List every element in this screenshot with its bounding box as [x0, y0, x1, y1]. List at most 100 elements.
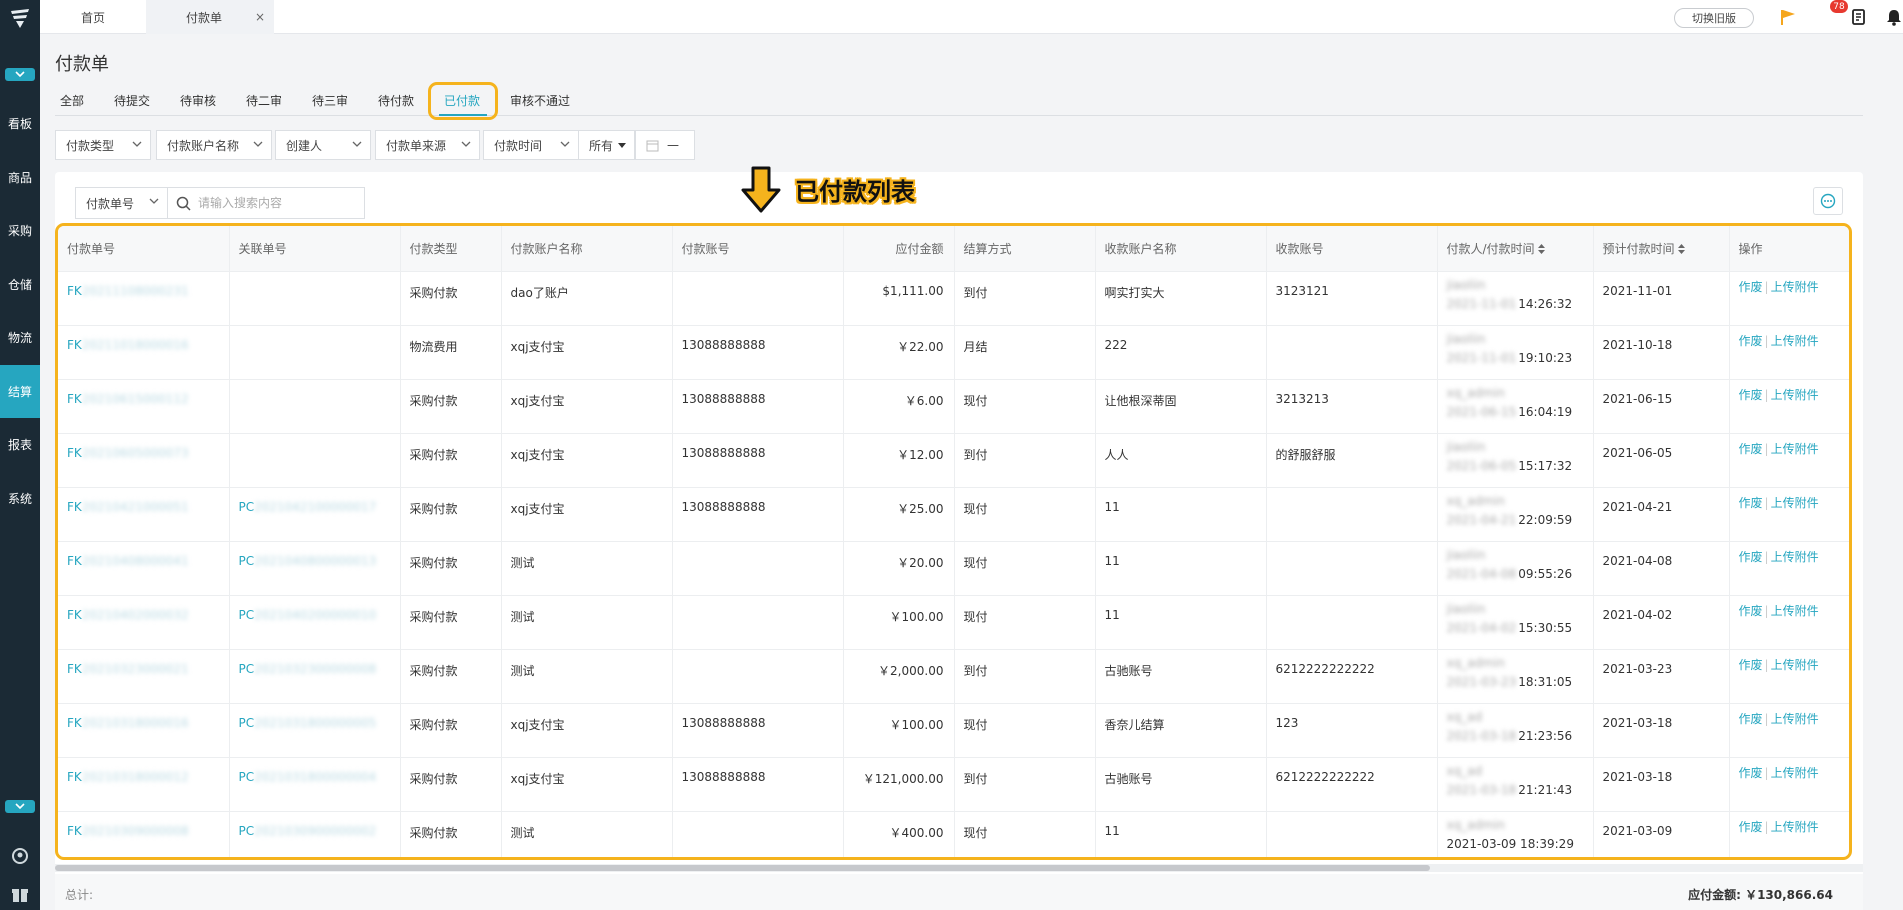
upload-attachment-link[interactable]: 上传附件	[1771, 604, 1819, 618]
filter-creator[interactable]: 创建人	[275, 130, 371, 160]
switch-old-version-button[interactable]: 切换旧版	[1674, 8, 1754, 28]
separator: |	[1764, 819, 1769, 834]
flag-icon[interactable]	[1777, 6, 1799, 28]
upload-attachment-link[interactable]: 上传附件	[1771, 658, 1819, 672]
related-number-link[interactable]: PC2021040200000010	[239, 608, 377, 622]
void-link[interactable]: 作废	[1739, 820, 1763, 834]
void-link[interactable]: 作废	[1739, 496, 1763, 510]
horizontal-scrollbar[interactable]	[55, 864, 1863, 872]
void-link[interactable]: 作废	[1739, 766, 1763, 780]
order-number-link[interactable]: FK20210318000012	[67, 770, 189, 784]
gift-icon[interactable]	[10, 884, 30, 904]
support-icon[interactable]	[10, 846, 30, 866]
upload-attachment-link[interactable]: 上传附件	[1771, 766, 1819, 780]
upload-attachment-link[interactable]: 上传附件	[1771, 496, 1819, 510]
filter-pay-time[interactable]: 付款时间	[483, 130, 579, 160]
column-header[interactable]: 付款人/付款时间	[1437, 226, 1594, 272]
document-icon[interactable]	[1848, 6, 1870, 28]
void-link[interactable]: 作废	[1739, 388, 1763, 402]
tab-pending-submit[interactable]: 待提交	[114, 92, 150, 109]
payer-name-redacted: xq_admin	[1446, 817, 1505, 832]
upload-attachment-link[interactable]: 上传附件	[1771, 712, 1819, 726]
table-cell: 物流费用	[400, 325, 502, 380]
column-settings-button[interactable]	[1813, 187, 1843, 215]
bell-icon[interactable]	[1883, 6, 1903, 28]
date-range-picker[interactable]: —	[635, 130, 695, 160]
order-number-link[interactable]: FK20211018000016	[67, 338, 189, 352]
upload-attachment-link[interactable]: 上传附件	[1771, 280, 1819, 294]
void-link[interactable]: 作废	[1739, 658, 1763, 672]
tab-second-review[interactable]: 待二审	[246, 92, 282, 109]
related-number-link[interactable]: PC2021030900000002	[239, 824, 377, 838]
related-number-link[interactable]: PC2021042100000017	[239, 500, 377, 514]
separator: |	[1764, 765, 1769, 780]
expand-bottom-button[interactable]	[5, 800, 35, 813]
column-header-label: 付款人/付款时间	[1446, 241, 1535, 256]
sort-icon[interactable]	[1537, 244, 1545, 255]
order-number-link[interactable]: FK20210323000021	[67, 662, 189, 676]
order-number-link[interactable]: FK20211108000231	[67, 284, 189, 298]
column-header: 操作	[1729, 226, 1849, 272]
order-number-link[interactable]: FK20210402000032	[67, 608, 189, 622]
tab-rejected[interactable]: 审核不通过	[510, 92, 570, 109]
column-header-label: 收款账户名称	[1104, 241, 1177, 256]
related-number-link[interactable]: PC2021040800000013	[239, 554, 377, 568]
sidebar-item-report[interactable]: 报表	[0, 418, 40, 472]
table-cell: 13088888888	[672, 433, 844, 488]
sidebar-item-purchase[interactable]: 采购	[0, 204, 40, 258]
table-cell: 作废 | 上传附件	[1729, 595, 1849, 650]
sidebar-item-system[interactable]: 系统	[0, 472, 40, 526]
tab-payment-order[interactable]: 付款单 ×	[146, 0, 274, 34]
related-number-link[interactable]: PC2021031800000005	[239, 716, 377, 730]
filter-source[interactable]: 付款单来源	[375, 130, 480, 160]
order-number-link[interactable]: FK20210318000016	[67, 716, 189, 730]
collapse-menu-button[interactable]	[5, 68, 35, 81]
order-number-link[interactable]: FK20210615000112	[67, 392, 189, 406]
sidebar-item-dashboard[interactable]: 看板	[0, 97, 40, 151]
sidebar-item-settlement[interactable]: 结算	[0, 364, 40, 418]
void-link[interactable]: 作废	[1739, 550, 1763, 564]
void-link[interactable]: 作废	[1739, 712, 1763, 726]
tab-all[interactable]: 全部	[60, 92, 84, 109]
void-link[interactable]: 作废	[1739, 604, 1763, 618]
table-cell	[672, 541, 844, 596]
upload-attachment-link[interactable]: 上传附件	[1771, 388, 1819, 402]
sidebar-item-warehouse[interactable]: 仓储	[0, 258, 40, 312]
tab-pending-payment[interactable]: 待付款	[378, 92, 414, 109]
order-number-link[interactable]: FK20210408000041	[67, 554, 189, 568]
filter-time-range-select[interactable]: 所有	[578, 130, 635, 160]
tab-third-review[interactable]: 待三审	[312, 92, 348, 109]
void-link[interactable]: 作废	[1739, 334, 1763, 348]
upload-attachment-link[interactable]: 上传附件	[1771, 550, 1819, 564]
scrollbar-thumb[interactable]	[55, 865, 1430, 871]
order-number-link[interactable]: FK20210309000008	[67, 824, 189, 838]
tab-home[interactable]: 首页	[40, 0, 146, 34]
order-number-redacted: 20210318000012	[81, 769, 189, 784]
filter-account-name[interactable]: 付款账户名称	[156, 130, 272, 160]
table-row: FK20210408000041 PC2021040800000013 采购付款 测试…	[58, 541, 1849, 596]
sidebar-item-goods[interactable]: 商品	[0, 151, 40, 205]
column-header-label: 付款账户名称	[510, 241, 583, 256]
related-number-link[interactable]: PC2021031800000004	[239, 770, 377, 784]
filter-payment-type[interactable]: 付款类型	[55, 130, 151, 160]
void-link[interactable]: 作废	[1739, 442, 1763, 456]
table-cell: xqj支付宝	[501, 703, 673, 758]
payee-account-name: 让他根深蒂固	[1104, 393, 1177, 408]
search-field-select[interactable]: 付款单号	[76, 188, 168, 218]
void-link[interactable]: 作废	[1739, 280, 1763, 294]
related-number-link[interactable]: PC2021032300000008	[239, 662, 377, 676]
close-tab-icon[interactable]: ×	[255, 10, 265, 24]
upload-attachment-link[interactable]: 上传附件	[1771, 820, 1819, 834]
upload-attachment-link[interactable]: 上传附件	[1771, 334, 1819, 348]
column-header[interactable]: 预计付款时间	[1593, 226, 1730, 272]
order-number-link[interactable]: FK20210421000051	[67, 500, 189, 514]
upload-attachment-link[interactable]: 上传附件	[1771, 442, 1819, 456]
search-input[interactable]	[168, 188, 364, 218]
table-row: FK20211108000231 采购付款 dao了账户 $1,111.00 到付 啊实打…	[58, 271, 1849, 326]
sidebar-item-logistics[interactable]: 物流	[0, 311, 40, 365]
logo-icon[interactable]	[0, 0, 40, 36]
sort-icon[interactable]	[1677, 244, 1685, 255]
tab-pending-review[interactable]: 待审核	[180, 92, 216, 109]
order-number-link[interactable]: FK20210605000073	[67, 446, 189, 460]
payment-time: 2021-11-01 14:26:32	[1447, 297, 1593, 311]
